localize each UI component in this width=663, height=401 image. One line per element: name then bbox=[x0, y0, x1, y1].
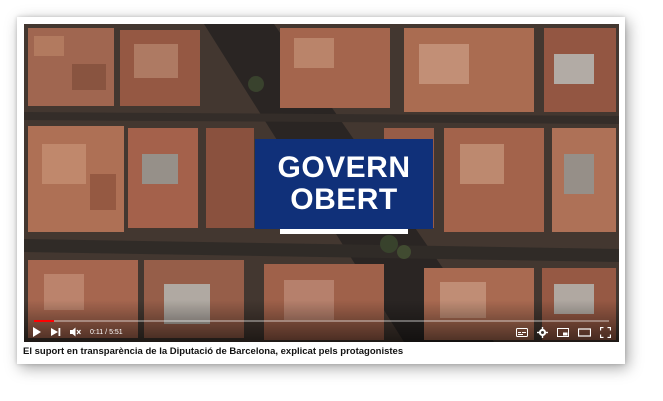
video-player[interactable]: GOVERN OBERT 0:11 / 5:51 bbox=[24, 24, 619, 342]
settings-icon[interactable] bbox=[537, 326, 548, 338]
time-total: 5:51 bbox=[109, 328, 123, 336]
next-icon[interactable] bbox=[51, 327, 61, 337]
progress-bar[interactable] bbox=[34, 320, 609, 322]
title-line-2: OBERT bbox=[290, 183, 398, 216]
theater-mode-icon[interactable] bbox=[578, 327, 591, 337]
subtitles-icon[interactable] bbox=[516, 327, 528, 337]
time-separator: / bbox=[105, 328, 108, 336]
video-caption: El suport en transparència de la Diputac… bbox=[23, 346, 404, 357]
player-controls: 0:11 / 5:51 bbox=[32, 324, 611, 340]
time-current: 0:11 bbox=[90, 328, 104, 336]
govern-obert-title-card: GOVERN OBERT bbox=[255, 139, 433, 229]
miniplayer-icon[interactable] bbox=[557, 327, 569, 337]
title-underline bbox=[280, 229, 408, 234]
time-display: 0:11 / 5:51 bbox=[90, 329, 123, 336]
play-icon[interactable] bbox=[32, 327, 42, 337]
fullscreen-icon[interactable] bbox=[600, 326, 611, 338]
volume-muted-icon[interactable] bbox=[70, 327, 81, 337]
title-line-1: GOVERN bbox=[277, 151, 411, 184]
progress-bar-played bbox=[34, 320, 55, 322]
